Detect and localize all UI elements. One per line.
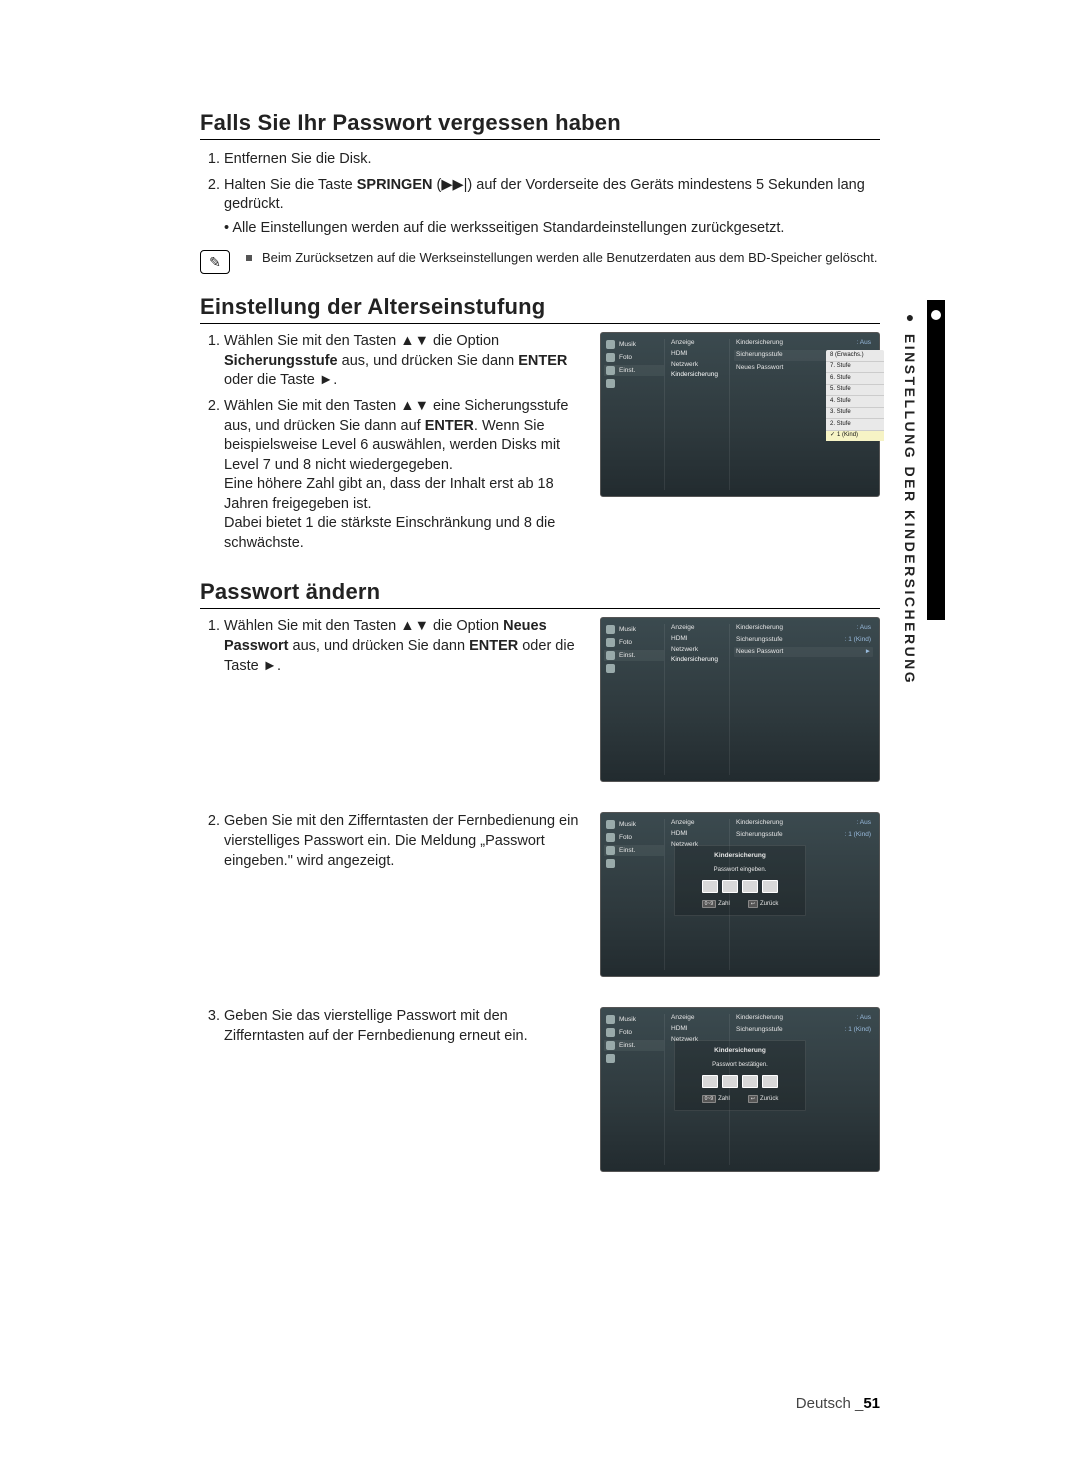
manual-page: ● EINSTELLUNG DER KINDERSICHERUNG Falls … [0,0,1080,1477]
note-icon: ✎ [200,250,230,274]
osd-mid-menu: Anzeige HDMI Netzwerk Kindersicherung [664,339,729,490]
rating-step-2: Wählen Sie mit den Tasten ▲▼ eine Sicher… [224,397,582,554]
password-step-2: Geben Sie mit den Zifferntasten der Fern… [224,812,582,871]
forgot-step-1: Entfernen Sie die Disk. [224,150,880,170]
side-tab-label: ● EINSTELLUNG DER KINDERSICHERUNG [902,309,918,685]
forgot-sub-bullet: Alle Einstellungen werden auf die werkss… [224,219,880,239]
osd-right-panel: Kindersicherung: Aus Sicherungsstufe 8 (… [729,339,873,490]
note-row: ✎ Beim Zurücksetzen auf die Werkseinstel… [200,250,880,274]
osd-fig-rating: Musik Foto Einst. Anzeige HDMI Netzwerk … [600,332,880,497]
password-step-1: Wählen Sie mit den Tasten ▲▼ die Option … [224,617,582,676]
osd-left-nav: Musik Foto Einst. [604,339,664,490]
rating-block: Wählen Sie mit den Tasten ▲▼ die Option … [200,332,880,559]
osd-fig-password-enter: Musik Foto Einst. Anzeige HDMI Netzwerk … [600,812,880,977]
password-step2-block: Geben Sie mit den Zifferntasten der Fern… [200,812,880,977]
side-black-bar [927,300,945,620]
heading-change-password: Passwort ändern [200,579,880,609]
heading-rating: Einstellung der Alterseinstufung [200,294,880,324]
forgot-step-2: Halten Sie die Taste SPRINGEN (▶▶|) auf … [224,176,880,239]
password-step1-block: Wählen Sie mit den Tasten ▲▼ die Option … [200,617,880,782]
password-step-3: Geben Sie das vierstellige Passwort mit … [224,1007,582,1046]
password-modal: Kindersicherung Passwort eingeben. 0~9Za… [674,845,806,915]
note-text: Beim Zurücksetzen auf die Werkseinstellu… [262,250,877,265]
note-bullet-icon [246,255,252,261]
forgot-steps: Entfernen Sie die Disk. Halten Sie die T… [200,150,880,238]
rating-dropdown: 8 (Erwachs.) 7. Stufe 6. Stufe 5. Stufe … [826,350,884,441]
rating-step-1: Wählen Sie mit den Tasten ▲▼ die Option … [224,332,582,391]
password-modal-confirm: Kindersicherung Passwort bestätigen. 0~9… [674,1040,806,1110]
password-step3-block: Geben Sie das vierstellige Passwort mit … [200,1007,880,1172]
osd-fig-password-confirm: Musik Foto Einst. Anzeige HDMI Netzwerk … [600,1007,880,1172]
osd-fig-password-select: Musik Foto Einst. Anzeige HDMI Netzwerk … [600,617,880,782]
heading-forgot-password: Falls Sie Ihr Passwort vergessen haben [200,110,880,140]
page-footer: Deutsch _51 [796,1395,880,1412]
side-tab-text: EINSTELLUNG DER KINDERSICHERUNG [902,334,918,685]
